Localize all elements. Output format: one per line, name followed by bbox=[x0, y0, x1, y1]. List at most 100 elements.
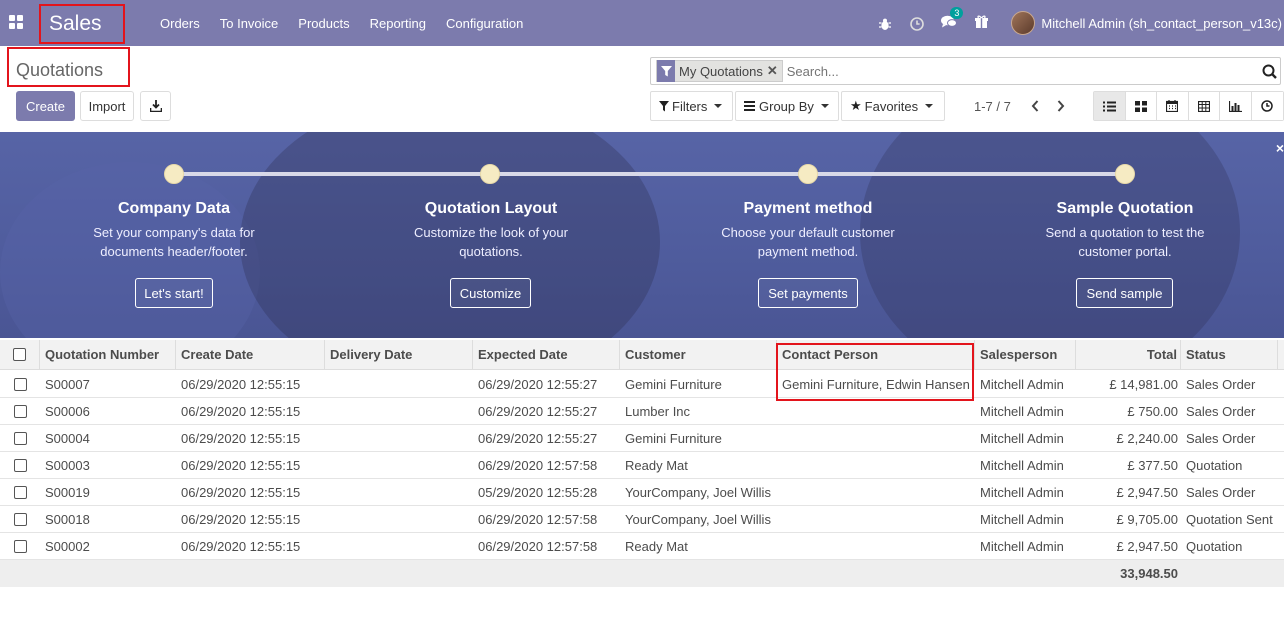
step-company-data: Company Data Set your company's data for… bbox=[24, 200, 324, 261]
status-cell: Quotation Sent bbox=[1186, 511, 1273, 527]
table-row[interactable]: S00006 06/29/2020 12:55:15 06/29/2020 12:5… bbox=[0, 398, 1284, 425]
row-checkbox[interactable] bbox=[13, 458, 27, 472]
app-brand[interactable]: Sales bbox=[39, 4, 125, 44]
menu-item-orders[interactable]: Orders bbox=[150, 16, 210, 31]
row-checkbox[interactable] bbox=[13, 377, 27, 391]
search-input[interactable] bbox=[786, 59, 1258, 83]
row-checkbox[interactable] bbox=[13, 512, 27, 526]
pivot-view-icon[interactable] bbox=[1188, 92, 1220, 120]
pager-previous-icon[interactable] bbox=[1027, 96, 1043, 116]
delivery-date-cell bbox=[325, 371, 473, 397]
table-row[interactable]: S00002 06/29/2020 12:55:15 06/29/2020 12:5… bbox=[0, 533, 1284, 560]
quotation-number-cell: S00006 bbox=[45, 403, 90, 419]
delivery-date-cell bbox=[325, 425, 473, 451]
activity-view-icon[interactable] bbox=[1251, 92, 1283, 120]
column-header-contact-person[interactable]: Contact Person bbox=[777, 340, 975, 369]
filter-icon bbox=[659, 100, 669, 111]
favorites-dropdown[interactable]: ★ Favorites bbox=[841, 91, 945, 121]
row-checkbox[interactable] bbox=[13, 431, 27, 445]
column-header-create-date[interactable]: Create Date bbox=[176, 340, 325, 369]
menu-item-reporting[interactable]: Reporting bbox=[360, 16, 436, 31]
step-dot-quotation-layout bbox=[480, 164, 500, 184]
total-cell: £ 9,705.00 bbox=[1116, 511, 1178, 527]
search-facet[interactable]: My Quotations ✕ bbox=[656, 60, 783, 82]
customize-button[interactable]: Customize bbox=[450, 278, 531, 308]
onboarding-banner: Company Data Set your company's data for… bbox=[0, 132, 1284, 338]
menu-item-configuration[interactable]: Configuration bbox=[436, 16, 533, 31]
step-sample-quotation: Sample Quotation Send a quotation to tes… bbox=[975, 200, 1275, 261]
column-header-customer[interactable]: Customer bbox=[620, 340, 777, 369]
send-sample-button[interactable]: Send sample bbox=[1076, 278, 1173, 308]
table-row[interactable]: S00018 06/29/2020 12:55:15 06/29/2020 12:5… bbox=[0, 506, 1284, 533]
facet-close-icon[interactable]: ✕ bbox=[767, 63, 782, 79]
select-cell bbox=[0, 479, 40, 505]
column-header-salesperson[interactable]: Salesperson bbox=[975, 340, 1076, 369]
total-cell: £ 14,981.00 bbox=[1109, 376, 1178, 392]
kanban-view-icon[interactable] bbox=[1125, 92, 1157, 120]
messaging-icon[interactable]: 3 bbox=[933, 7, 965, 31]
menu-item-products[interactable]: Products bbox=[288, 16, 359, 31]
total-sum: 33,948.50 bbox=[1120, 566, 1178, 581]
expected-date-cell: 06/29/2020 12:57:58 bbox=[478, 511, 598, 527]
pager-value[interactable]: 1-7 / 7 bbox=[974, 99, 1011, 114]
step-quotation-layout: Quotation Layout Customize the look of y… bbox=[341, 200, 641, 261]
user-name[interactable]: Mitchell Admin (sh_contact_person_v13c) bbox=[1041, 16, 1282, 31]
set-payments-button[interactable]: Set payments bbox=[758, 278, 858, 308]
graph-view-icon[interactable] bbox=[1220, 92, 1252, 120]
step-dot-sample-quotation bbox=[1115, 164, 1135, 184]
quotation-number-cell: S00002 bbox=[45, 538, 90, 554]
select-all-checkbox[interactable] bbox=[13, 348, 26, 361]
list-view-icon[interactable] bbox=[1094, 92, 1126, 120]
contact-person-cell bbox=[777, 425, 975, 451]
filters-dropdown[interactable]: Filters bbox=[650, 91, 733, 121]
create-button[interactable]: Create bbox=[16, 91, 75, 121]
step-description: Choose your default customer payment met… bbox=[721, 225, 895, 259]
step-title: Payment method bbox=[743, 200, 873, 217]
page-title: Quotations bbox=[7, 47, 130, 87]
customer-cell: Ready Mat bbox=[625, 538, 688, 554]
lets-start-button[interactable]: Let's start! bbox=[135, 278, 213, 308]
salesperson-cell: Mitchell Admin bbox=[980, 430, 1064, 446]
import-button[interactable]: Import bbox=[80, 91, 134, 121]
row-checkbox[interactable] bbox=[13, 539, 27, 553]
delivery-date-cell bbox=[325, 398, 473, 424]
row-checkbox[interactable] bbox=[13, 404, 27, 418]
main-navbar: Sales Orders To Invoice Products Reporti… bbox=[0, 0, 1284, 46]
step-title: Sample Quotation bbox=[1056, 200, 1194, 217]
column-header-expected-date[interactable]: Expected Date bbox=[473, 340, 620, 369]
table-row[interactable]: S00004 06/29/2020 12:55:15 06/29/2020 12:5… bbox=[0, 425, 1284, 452]
debug-icon[interactable] bbox=[869, 15, 901, 30]
contact-person-cell: Gemini Furniture, Edwin Hansen bbox=[782, 376, 970, 392]
apps-menu-icon[interactable] bbox=[9, 15, 23, 29]
gift-icon[interactable] bbox=[965, 15, 997, 31]
user-avatar[interactable] bbox=[1011, 11, 1036, 35]
search-icon[interactable] bbox=[1258, 64, 1280, 79]
status-cell: Sales Order bbox=[1186, 430, 1256, 446]
pager-next-icon[interactable] bbox=[1053, 96, 1069, 116]
table-row[interactable]: S00007 06/29/2020 12:55:15 06/29/2020 12:5… bbox=[0, 371, 1284, 398]
calendar-view-icon[interactable] bbox=[1157, 92, 1189, 120]
activity-clock-icon[interactable] bbox=[901, 15, 933, 31]
banner-close-icon[interactable]: × bbox=[1276, 140, 1284, 156]
select-cell bbox=[0, 533, 40, 559]
column-header-status[interactable]: Status bbox=[1181, 340, 1278, 369]
status-cell: Sales Order bbox=[1186, 376, 1256, 392]
column-header-total[interactable]: Total bbox=[1076, 340, 1181, 369]
table-row[interactable]: S00019 06/29/2020 12:55:15 05/29/2020 12:5… bbox=[0, 479, 1284, 506]
table-footer: 33,948.50 bbox=[0, 560, 1284, 587]
salesperson-cell: Mitchell Admin bbox=[980, 457, 1064, 473]
groupby-dropdown[interactable]: Group By bbox=[735, 91, 839, 121]
customer-cell: YourCompany, Joel Willis bbox=[625, 511, 771, 527]
create-date-cell: 06/29/2020 12:55:15 bbox=[181, 430, 301, 446]
download-button[interactable] bbox=[140, 91, 171, 121]
column-header-delivery-date[interactable]: Delivery Date bbox=[325, 340, 473, 369]
facet-label: My Quotations bbox=[679, 63, 763, 79]
menu-item-to-invoice[interactable]: To Invoice bbox=[210, 16, 289, 31]
row-checkbox[interactable] bbox=[13, 485, 27, 499]
status-cell: Sales Order bbox=[1186, 484, 1256, 500]
filter-funnel-icon bbox=[657, 60, 675, 82]
step-description: Send a quotation to test the customer po… bbox=[1045, 225, 1205, 259]
column-header-quotation-number[interactable]: Quotation Number bbox=[40, 340, 176, 369]
table-row[interactable]: S00003 06/29/2020 12:55:15 06/29/2020 12:5… bbox=[0, 452, 1284, 479]
select-cell bbox=[0, 425, 40, 451]
